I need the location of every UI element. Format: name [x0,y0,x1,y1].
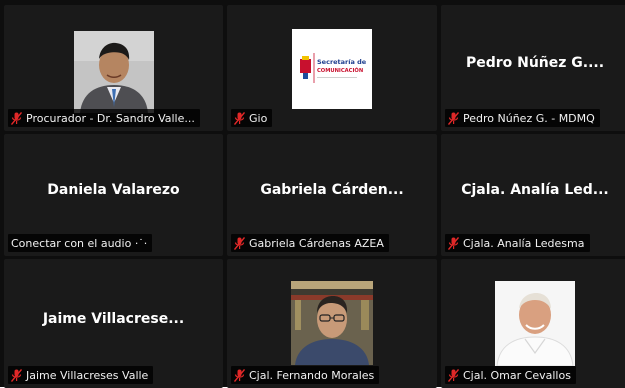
participant-label: Cjal. Fernando Morales [231,366,380,384]
participant-video-sandro [73,31,154,113]
mic-muted-icon [448,368,459,382]
participant-tile-omar[interactable]: Cjal. Omar Cevallos [441,259,625,388]
participant-label: Cjala. Analía Ledesma [445,234,590,252]
video-grid: Procurador - Dr. Sandro Valle... Secreta… [0,0,625,388]
participant-display-name: Jaime Villacrese... [42,310,185,327]
participant-name: Jaime Villacreses Valle [26,368,149,382]
participant-video-omar [495,281,575,366]
participant-tile-analia[interactable]: Cjala. Analía Led... Cjala. Analía Ledes… [441,134,625,256]
participant-label: Pedro Núñez G. - MDMQ [445,109,600,127]
participant-name: Conectar con el audio ·˙· [11,236,148,250]
mic-muted-icon [448,111,459,125]
participant-tile-pedro[interactable]: Pedro Núñez G.... Pedro Núñez G. - MDMQ [441,5,625,131]
participant-name: Gabriela Cárdenas AZEA [249,236,384,250]
participant-name: Cjal. Fernando Morales [249,368,375,382]
participant-name: Pedro Núñez G. - MDMQ [463,111,595,125]
participant-display-name: Cjala. Analía Led... [461,182,609,199]
participant-video-fernando [291,281,373,365]
participant-tile-daniela[interactable]: Daniela Valarezo Conectar con el audio ·… [4,134,223,256]
participant-name: Gio [249,111,268,125]
participant-display-name: Daniela Valarezo [47,182,180,199]
participant-label: Conectar con el audio ·˙· [8,234,153,252]
participant-name: Procurador - Dr. Sandro Valle... [26,111,195,125]
participant-label: Cjal. Omar Cevallos [445,366,576,384]
mic-muted-icon [11,368,22,382]
participant-tile-jaime[interactable]: Jaime Villacrese... Jaime Villacreses Va… [4,259,223,388]
logo-text-line-1: Secretaría de [317,58,367,66]
participant-tile-sandro[interactable]: Procurador - Dr. Sandro Valle... [4,5,223,131]
participant-name: Cjal. Omar Cevallos [463,368,571,382]
participant-display-name: Gabriela Cárden... [260,182,404,199]
participant-label: Procurador - Dr. Sandro Valle... [8,109,200,127]
mic-muted-icon [11,111,22,125]
participant-label: Gabriela Cárdenas AZEA [231,234,389,252]
mic-muted-icon [234,111,245,125]
participant-label: Jaime Villacreses Valle [8,366,154,384]
mic-muted-icon [234,368,245,382]
participant-video-gio: Secretaría de COMUNICACIÓN [292,29,372,109]
participant-tile-gabriela[interactable]: Gabriela Cárden... Gabriela Cárdenas AZE… [227,134,437,256]
participant-tile-gio[interactable]: Secretaría de COMUNICACIÓN Gio [227,5,437,131]
logo-text-line-2: COMUNICACIÓN [317,67,363,74]
mic-muted-icon [448,236,459,250]
participant-label: Gio [231,109,273,127]
mic-muted-icon [234,236,245,250]
participant-tile-fernando[interactable]: Cjal. Fernando Morales [227,259,437,388]
participant-display-name: Pedro Núñez G.... [465,55,605,72]
participant-name: Cjala. Analía Ledesma [463,236,585,250]
